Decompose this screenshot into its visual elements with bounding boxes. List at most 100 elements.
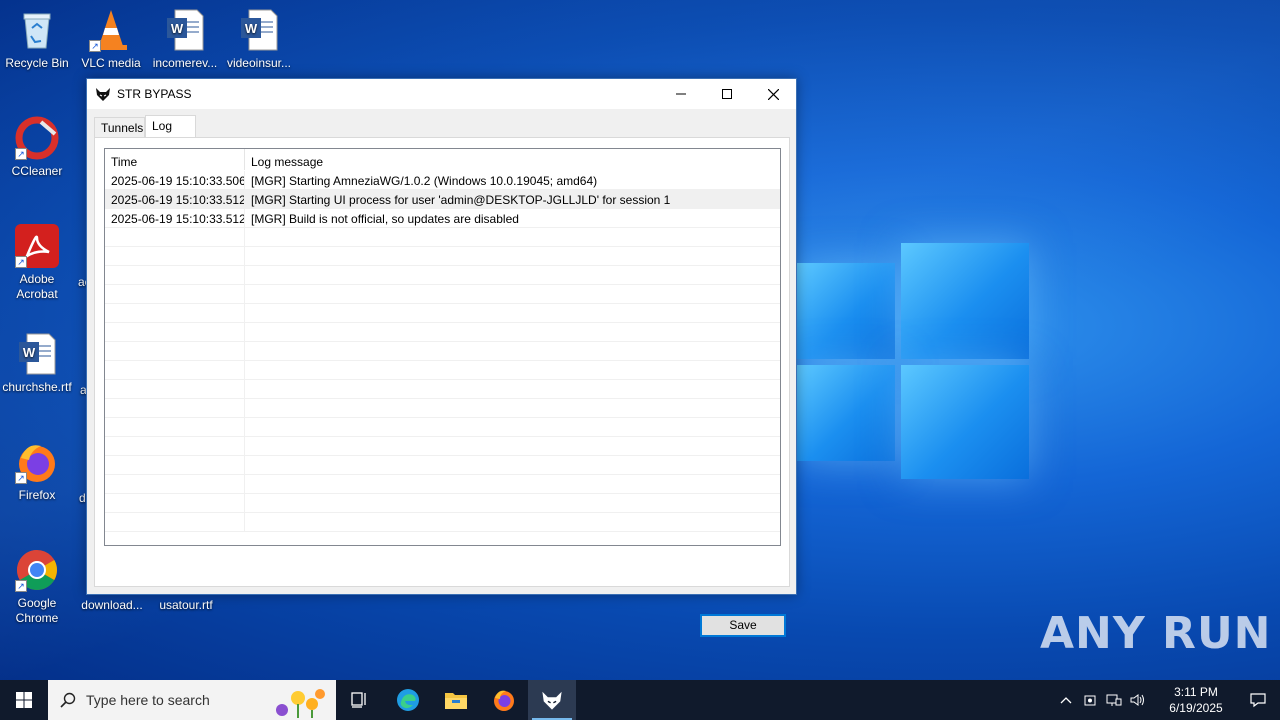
network-icon xyxy=(1106,694,1122,706)
empty-log-row xyxy=(105,304,780,323)
word-document-icon: W xyxy=(237,8,281,52)
empty-log-row xyxy=(105,475,780,494)
search-icon xyxy=(60,692,76,708)
edge-icon xyxy=(397,689,419,711)
desktop-icon-vlc[interactable]: ↗ VLC media xyxy=(74,8,148,71)
empty-log-row xyxy=(105,266,780,285)
tab-log[interactable]: Log xyxy=(145,115,196,138)
empty-log-row xyxy=(105,437,780,456)
tray-vpn-button[interactable] xyxy=(1078,693,1102,707)
empty-log-row xyxy=(105,228,780,247)
taskbar-file-explorer[interactable] xyxy=(432,680,480,720)
ccleaner-icon: ↗ xyxy=(15,116,59,160)
log-tab-panel: Time Log message 2025-06-19 15:10:33.506… xyxy=(94,137,790,637)
word-document-icon: W xyxy=(163,8,207,52)
empty-log-row xyxy=(105,456,780,475)
tray-network-button[interactable] xyxy=(1102,693,1126,707)
fox-app-icon xyxy=(96,88,110,101)
taskbar-clock[interactable]: 3:11 PM 6/19/2025 xyxy=(1156,684,1236,716)
taskbar-str-bypass[interactable] xyxy=(528,680,576,720)
desktop-icon-adobe-acrobat[interactable]: ↗ Adobe Acrobat xyxy=(0,224,74,302)
search-highlight-flowers-icon xyxy=(276,689,325,718)
tray-volume-button[interactable] xyxy=(1126,693,1150,707)
vlc-cone-icon: ↗ xyxy=(89,8,133,52)
search-placeholder: Type here to search xyxy=(86,692,210,708)
empty-log-row xyxy=(105,380,780,399)
log-time: 2025-06-19 15:10:33.506 xyxy=(105,171,245,189)
file-explorer-icon xyxy=(445,693,467,709)
title-bar[interactable]: STR BYPASS xyxy=(87,79,796,109)
empty-log-row xyxy=(105,361,780,380)
desktop-icon-firefox[interactable]: ↗ Firefox xyxy=(0,440,74,503)
taskbar-edge[interactable] xyxy=(384,680,432,720)
action-center-button[interactable] xyxy=(1236,692,1280,708)
notification-icon xyxy=(1250,693,1266,708)
close-button[interactable] xyxy=(750,79,796,109)
empty-log-row xyxy=(105,342,780,361)
desktop-icon-google-chrome[interactable]: ↗ Google Chrome xyxy=(0,548,74,626)
desktop-icon-videoinsur[interactable]: W videoinsur... xyxy=(222,8,296,71)
minimize-button[interactable] xyxy=(658,79,704,109)
svg-text:W: W xyxy=(245,21,258,36)
taskbar-firefox[interactable] xyxy=(480,680,528,720)
column-header-time[interactable]: Time xyxy=(105,149,245,170)
clock-date: 6/19/2025 xyxy=(1169,701,1223,715)
empty-log-row xyxy=(105,418,780,437)
tab-tunnels[interactable]: Tunnels xyxy=(94,117,145,138)
close-icon xyxy=(767,88,779,100)
speaker-icon xyxy=(1130,694,1144,706)
log-list[interactable]: Time Log message 2025-06-19 15:10:33.506… xyxy=(104,148,781,546)
log-list-header: Time Log message xyxy=(105,149,780,171)
desktop-icon-download[interactable]: download... xyxy=(75,598,149,613)
chevron-up-icon xyxy=(1060,697,1072,704)
recycle-bin-icon xyxy=(15,8,59,52)
empty-log-row xyxy=(105,494,780,513)
empty-log-row xyxy=(105,399,780,418)
taskbar: Type here to search 3:11 PM 6/19/2025 xyxy=(0,680,1280,720)
minimize-icon xyxy=(676,93,686,95)
firefox-icon: ↗ xyxy=(15,440,59,484)
desktop-icon-incomerev[interactable]: W incomerev... xyxy=(148,8,222,71)
clock-time: 3:11 PM xyxy=(1174,685,1218,699)
windows-logo-wallpaper xyxy=(797,243,1029,479)
start-button[interactable] xyxy=(0,680,48,720)
log-message: [MGR] Starting AmneziaWG/1.0.2 (Windows … xyxy=(251,174,598,188)
svg-text:W: W xyxy=(23,345,36,360)
system-tray: 3:11 PM 6/19/2025 xyxy=(1054,680,1280,720)
column-header-log-message[interactable]: Log message xyxy=(245,149,780,170)
adobe-acrobat-icon: ↗ xyxy=(15,224,59,268)
firefox-icon xyxy=(494,690,514,711)
anyrun-watermark: ANY RUN xyxy=(1040,608,1272,659)
desktop-icon-usatour[interactable]: usatour.rtf xyxy=(149,598,223,613)
shield-network-icon xyxy=(1084,695,1096,706)
log-row[interactable]: 2025-06-19 15:10:33.506 [MGR] Starting A… xyxy=(105,171,780,190)
empty-log-row xyxy=(105,285,780,304)
word-document-icon: W xyxy=(15,332,59,376)
empty-log-row xyxy=(105,513,780,532)
svg-text:W: W xyxy=(171,21,184,36)
str-bypass-icon xyxy=(542,691,562,710)
log-row[interactable]: 2025-06-19 15:10:33.512 [MGR] Starting U… xyxy=(105,190,780,209)
maximize-button[interactable] xyxy=(704,79,750,109)
empty-rows xyxy=(105,228,780,532)
desktop-icon-ccleaner[interactable]: ↗ CCleaner xyxy=(0,116,74,179)
log-time: 2025-06-19 15:10:33.512 xyxy=(105,190,245,208)
log-message: [MGR] Starting UI process for user 'admi… xyxy=(251,193,671,207)
str-bypass-window[interactable]: STR BYPASS Tunnels Log Time Log message … xyxy=(86,78,797,637)
log-message: [MGR] Build is not official, so updates … xyxy=(251,212,519,226)
log-time: 2025-06-19 15:10:33.512 xyxy=(105,209,245,227)
desktop-icon-churchshe[interactable]: W churchshe.rtf xyxy=(0,332,74,395)
save-button[interactable]: Save xyxy=(700,614,786,637)
log-row[interactable]: 2025-06-19 15:10:33.512 [MGR] Build is n… xyxy=(105,209,780,228)
chrome-icon: ↗ xyxy=(15,548,59,592)
empty-log-row xyxy=(105,323,780,342)
task-view-icon xyxy=(351,692,366,708)
desktop-icon-label-partial: d xyxy=(79,491,86,505)
desktop-icon-recycle-bin[interactable]: Recycle Bin xyxy=(0,8,74,71)
maximize-icon xyxy=(722,89,732,99)
taskbar-search-box[interactable]: Type here to search xyxy=(48,680,336,720)
windows-start-icon xyxy=(16,692,32,708)
show-hidden-icons-button[interactable] xyxy=(1054,696,1078,704)
task-view-button[interactable] xyxy=(336,680,384,720)
empty-log-row xyxy=(105,247,780,266)
